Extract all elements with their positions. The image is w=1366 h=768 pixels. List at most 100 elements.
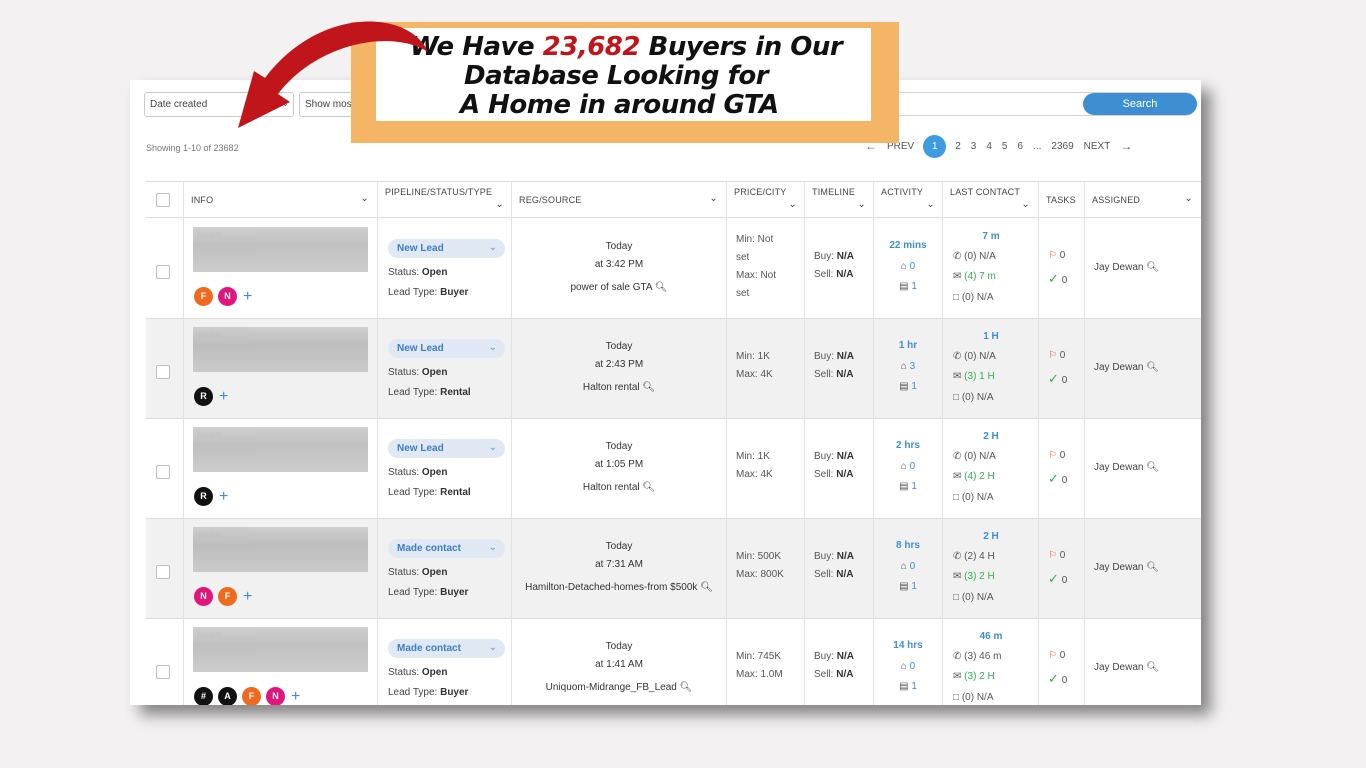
- chat-line[interactable]: □ (0) N/A: [953, 592, 994, 603]
- add-tag-icon[interactable]: +: [219, 488, 228, 506]
- email-line[interactable]: ✉ (3) 2 H: [953, 671, 995, 682]
- row-checkbox[interactable]: [156, 365, 170, 379]
- date-created-select[interactable]: Date created ⌄: [144, 92, 294, 117]
- row-checkbox[interactable]: [156, 665, 170, 679]
- page-4[interactable]: 4: [986, 141, 992, 152]
- row-checkbox[interactable]: [156, 465, 170, 479]
- reg-source[interactable]: power of sale GTA 🔍︎: [512, 282, 726, 293]
- call-line[interactable]: ✆ (3) 46 m: [953, 651, 1001, 662]
- add-tag-icon[interactable]: +: [243, 288, 252, 306]
- activity-time[interactable]: 1 hr: [874, 340, 942, 351]
- activity-time[interactable]: 14 hrs: [874, 640, 942, 651]
- activity-homes[interactable]: ⌂ 0: [874, 561, 942, 572]
- search-icon[interactable]: 🔍︎: [1146, 662, 1159, 673]
- page-1[interactable]: 1: [923, 134, 947, 158]
- done-task[interactable]: ✓ 0: [1048, 671, 1067, 687]
- header-timeline[interactable]: TIMELINE ⌄: [804, 182, 873, 219]
- assigned-agent[interactable]: Jay Dewan 🔍︎: [1094, 662, 1159, 673]
- header-pipeline[interactable]: PIPELINE/STATUS/TYPE ⌄: [377, 182, 511, 219]
- assigned-agent[interactable]: Jay Dewan 🔍︎: [1094, 362, 1159, 373]
- table-row[interactable]: ■■■■ # A F N + Made contact ⌄ Status: Open Le…: [146, 619, 1201, 705]
- activity-db[interactable]: ▤ 1: [874, 681, 942, 692]
- assigned-agent[interactable]: Jay Dewan 🔍︎: [1094, 462, 1159, 473]
- tag-badge[interactable]: F: [242, 687, 261, 705]
- search-icon[interactable]: 🔍︎: [1146, 362, 1159, 373]
- flag-task[interactable]: ⚐ 0: [1048, 450, 1065, 461]
- activity-db[interactable]: ▤ 1: [874, 481, 942, 492]
- call-line[interactable]: ✆ (0) N/A: [953, 251, 996, 262]
- flag-task[interactable]: ⚐ 0: [1048, 250, 1065, 261]
- tag-badge[interactable]: R: [194, 487, 213, 506]
- chat-line[interactable]: □ (0) N/A: [953, 292, 994, 303]
- header-reg[interactable]: REG/SOURCE ⌄: [511, 182, 726, 219]
- assigned-agent[interactable]: Jay Dewan 🔍︎: [1094, 262, 1159, 273]
- page-6[interactable]: 6: [1017, 141, 1023, 152]
- tag-badge[interactable]: A: [218, 687, 237, 705]
- add-tag-icon[interactable]: +: [219, 388, 228, 406]
- flag-task[interactable]: ⚐ 0: [1048, 550, 1065, 561]
- done-task[interactable]: ✓ 0: [1048, 471, 1067, 487]
- tag-badge[interactable]: N: [218, 287, 237, 306]
- add-tag-icon[interactable]: +: [291, 688, 300, 706]
- search-icon[interactable]: 🔍︎: [642, 482, 655, 493]
- tag-badge[interactable]: F: [218, 587, 237, 606]
- tag-badge[interactable]: N: [194, 587, 213, 606]
- done-task[interactable]: ✓ 0: [1048, 271, 1067, 287]
- table-row[interactable]: ■■■■ F N + New Lead ⌄ Status: Open Lead Typ…: [146, 219, 1201, 319]
- page-5[interactable]: 5: [1002, 141, 1008, 152]
- activity-homes[interactable]: ⌂ 0: [874, 461, 942, 472]
- table-row[interactable]: ■■■■ R + New Lead ⌄ Status: Open Lead Type…: [146, 319, 1201, 419]
- chat-line[interactable]: □ (0) N/A: [953, 492, 994, 503]
- activity-homes[interactable]: ⌂ 0: [874, 261, 942, 272]
- reg-source[interactable]: Hamilton-Detached-homes-from $500k 🔍︎: [512, 582, 726, 593]
- activity-db[interactable]: ▤ 1: [874, 581, 942, 592]
- reg-source[interactable]: Uniquom-Midrange_FB_Lead 🔍︎: [512, 682, 726, 693]
- search-icon[interactable]: 🔍︎: [1146, 262, 1159, 273]
- header-last-contact[interactable]: LAST CONTACT ⌄: [942, 182, 1038, 219]
- page-3[interactable]: 3: [971, 141, 977, 152]
- activity-time[interactable]: 8 hrs: [874, 540, 942, 551]
- email-line[interactable]: ✉ (3) 1 H: [953, 371, 995, 382]
- search-icon[interactable]: 🔍︎: [655, 282, 668, 293]
- pipeline-dropdown[interactable]: New Lead ⌄: [388, 339, 505, 358]
- reg-source[interactable]: Halton rental 🔍︎: [512, 382, 726, 393]
- search-icon[interactable]: 🔍︎: [642, 382, 655, 393]
- pipeline-dropdown[interactable]: Made contact ⌄: [388, 539, 505, 558]
- pipeline-dropdown[interactable]: New Lead ⌄: [388, 239, 505, 258]
- email-line[interactable]: ✉ (4) 7 m: [953, 271, 996, 282]
- activity-db[interactable]: ▤ 1: [874, 281, 942, 292]
- table-row[interactable]: ■■■■ R + New Lead ⌄ Status: Open Lead Type…: [146, 419, 1201, 519]
- pipeline-dropdown[interactable]: New Lead ⌄: [388, 439, 505, 458]
- tag-badge[interactable]: R: [194, 387, 213, 406]
- search-icon[interactable]: 🔍︎: [700, 582, 713, 593]
- activity-time[interactable]: 2 hrs: [874, 440, 942, 451]
- call-line[interactable]: ✆ (0) N/A: [953, 451, 996, 462]
- email-line[interactable]: ✉ (3) 2 H: [953, 571, 995, 582]
- assigned-agent[interactable]: Jay Dewan 🔍︎: [1094, 562, 1159, 573]
- header-activity[interactable]: ACTIVITY ⌄: [873, 182, 942, 219]
- reg-source[interactable]: Halton rental 🔍︎: [512, 482, 726, 493]
- select-all-checkbox[interactable]: [156, 193, 170, 207]
- row-checkbox[interactable]: [156, 265, 170, 279]
- flag-task[interactable]: ⚐ 0: [1048, 350, 1065, 361]
- header-info[interactable]: INFO ⌄: [183, 182, 377, 219]
- row-checkbox[interactable]: [156, 565, 170, 579]
- chat-line[interactable]: □ (0) N/A: [953, 692, 994, 703]
- pipeline-dropdown[interactable]: Made contact ⌄: [388, 639, 505, 658]
- flag-task[interactable]: ⚐ 0: [1048, 650, 1065, 661]
- header-price[interactable]: PRICE/CITY ⌄: [726, 182, 804, 219]
- add-tag-icon[interactable]: +: [243, 588, 252, 606]
- activity-homes[interactable]: ⌂ 3: [874, 361, 942, 372]
- call-line[interactable]: ✆ (0) N/A: [953, 351, 996, 362]
- arrow-right-icon[interactable]: →: [1120, 139, 1132, 153]
- next-link[interactable]: NEXT: [1084, 141, 1111, 152]
- activity-db[interactable]: ▤ 1: [874, 381, 942, 392]
- email-line[interactable]: ✉ (4) 2 H: [953, 471, 995, 482]
- call-line[interactable]: ✆ (2) 4 H: [953, 551, 995, 562]
- show-most-select[interactable]: Show mos: [299, 92, 359, 117]
- search-icon[interactable]: 🔍︎: [680, 682, 693, 693]
- activity-time[interactable]: 22 mins: [874, 240, 942, 251]
- table-row[interactable]: ■■■■ N F + Made contact ⌄ Status: Open Lead…: [146, 519, 1201, 619]
- page-2[interactable]: 2: [955, 141, 961, 152]
- chat-line[interactable]: □ (0) N/A: [953, 392, 994, 403]
